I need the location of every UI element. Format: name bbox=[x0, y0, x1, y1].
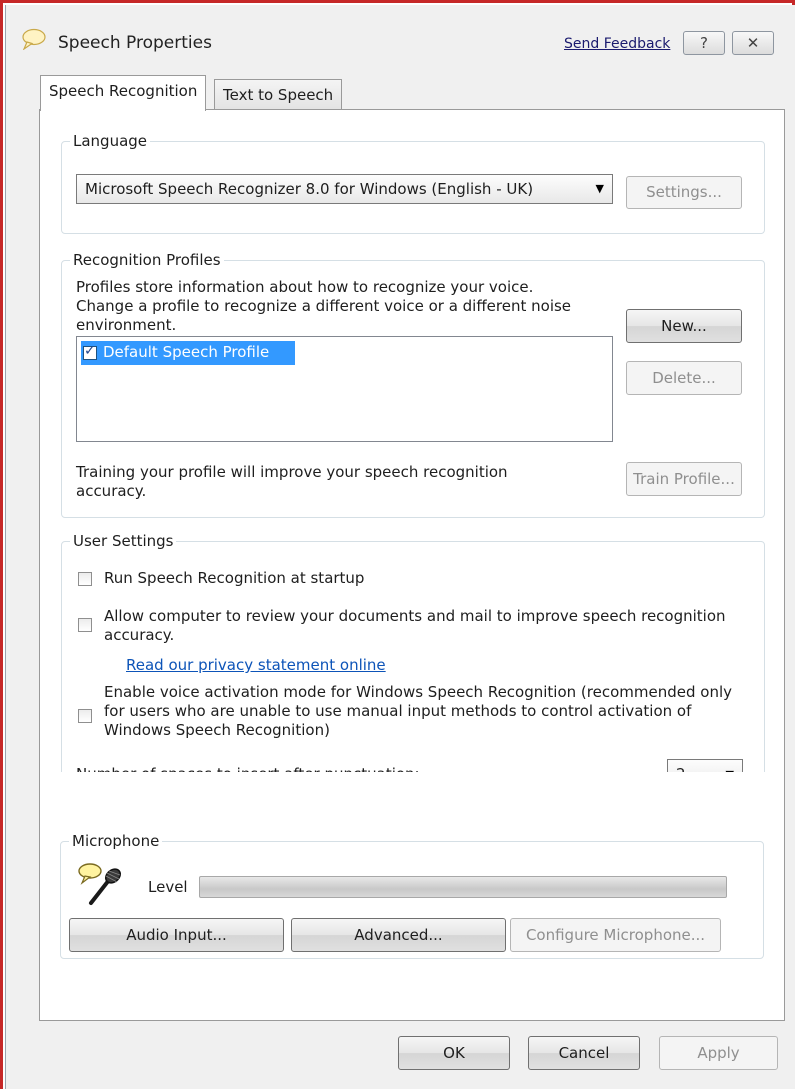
training-text-line2: accuracy. bbox=[76, 482, 147, 500]
voice-activation-line1[interactable]: Enable voice activation mode for Windows… bbox=[104, 683, 732, 702]
profiles-description-line2: Change a profile to recognize a differen… bbox=[76, 297, 572, 315]
profiles-description-line3: environment. bbox=[76, 316, 177, 334]
close-icon: ✕ bbox=[746, 34, 760, 52]
train-profile-button[interactable]: Train Profile... bbox=[626, 462, 742, 496]
title-bar: Speech Properties Send Feedback ? ✕ bbox=[6, 5, 795, 71]
send-feedback-link[interactable]: Send Feedback bbox=[564, 36, 670, 52]
review-documents-line1[interactable]: Allow computer to review your documents … bbox=[104, 607, 726, 626]
checkmark-icon: ✓ bbox=[84, 343, 96, 359]
help-button[interactable]: ? bbox=[683, 31, 725, 55]
cancel-button[interactable]: Cancel bbox=[528, 1036, 640, 1070]
chevron-down-icon: ▼ bbox=[595, 182, 604, 195]
speech-properties-dialog: Speech Properties Send Feedback ? ✕ Spee… bbox=[5, 5, 795, 1089]
profile-checkbox[interactable]: ✓ bbox=[83, 343, 97, 360]
new-profile-button[interactable]: New... bbox=[626, 309, 742, 343]
list-item[interactable]: ✓ Default Speech Profile bbox=[81, 341, 295, 365]
run-at-startup-checkbox[interactable] bbox=[78, 572, 92, 586]
review-documents-line2[interactable]: accuracy. bbox=[104, 626, 174, 645]
window-title: Speech Properties bbox=[58, 33, 212, 53]
recognition-profiles-legend: Recognition Profiles bbox=[70, 251, 224, 269]
profile-name: Default Speech Profile bbox=[103, 343, 270, 361]
privacy-statement-link[interactable]: Read our privacy statement online bbox=[126, 656, 386, 674]
training-text-line1: Training your profile will improve your … bbox=[76, 463, 508, 481]
tab-text-to-speech[interactable]: Text to Speech bbox=[214, 79, 343, 112]
language-legend: Language bbox=[70, 132, 151, 150]
settings-button[interactable]: Settings... bbox=[626, 176, 742, 209]
microphone-legend: Microphone bbox=[69, 832, 163, 850]
delete-profile-button[interactable]: Delete... bbox=[626, 361, 742, 395]
speech-bubble-icon bbox=[22, 28, 46, 50]
apply-button[interactable]: Apply bbox=[659, 1036, 778, 1070]
close-button[interactable]: ✕ bbox=[732, 31, 774, 55]
tab-speech-recognition[interactable]: Speech Recognition bbox=[40, 75, 207, 111]
microphone-icon bbox=[78, 863, 121, 905]
review-documents-checkbox[interactable] bbox=[78, 618, 92, 632]
microphone-level-meter bbox=[199, 876, 727, 898]
configure-microphone-button[interactable]: Configure Microphone... bbox=[510, 918, 721, 952]
tab-panel-speech-recognition: Language Microsoft Speech Recognizer 8.0… bbox=[39, 109, 785, 812]
voice-activation-checkbox[interactable] bbox=[78, 709, 92, 723]
language-select-value: Microsoft Speech Recognizer 8.0 for Wind… bbox=[85, 180, 534, 198]
run-at-startup-label[interactable]: Run Speech Recognition at startup bbox=[104, 569, 364, 588]
level-label: Level bbox=[148, 878, 188, 896]
audio-input-button[interactable]: Audio Input... bbox=[69, 918, 284, 952]
voice-activation-line3[interactable]: Windows Speech Recognition) bbox=[104, 721, 330, 740]
ok-button[interactable]: OK bbox=[398, 1036, 510, 1070]
profiles-description-line1: Profiles store information about how to … bbox=[76, 278, 534, 296]
language-select[interactable]: Microsoft Speech Recognizer 8.0 for Wind… bbox=[76, 174, 613, 204]
voice-activation-line2[interactable]: for users who are unable to use manual i… bbox=[104, 702, 691, 721]
user-settings-legend: User Settings bbox=[70, 532, 177, 550]
help-icon: ? bbox=[700, 34, 708, 52]
profiles-list: ✓ Default Speech Profile bbox=[76, 336, 613, 442]
advanced-button[interactable]: Advanced... bbox=[291, 918, 506, 952]
